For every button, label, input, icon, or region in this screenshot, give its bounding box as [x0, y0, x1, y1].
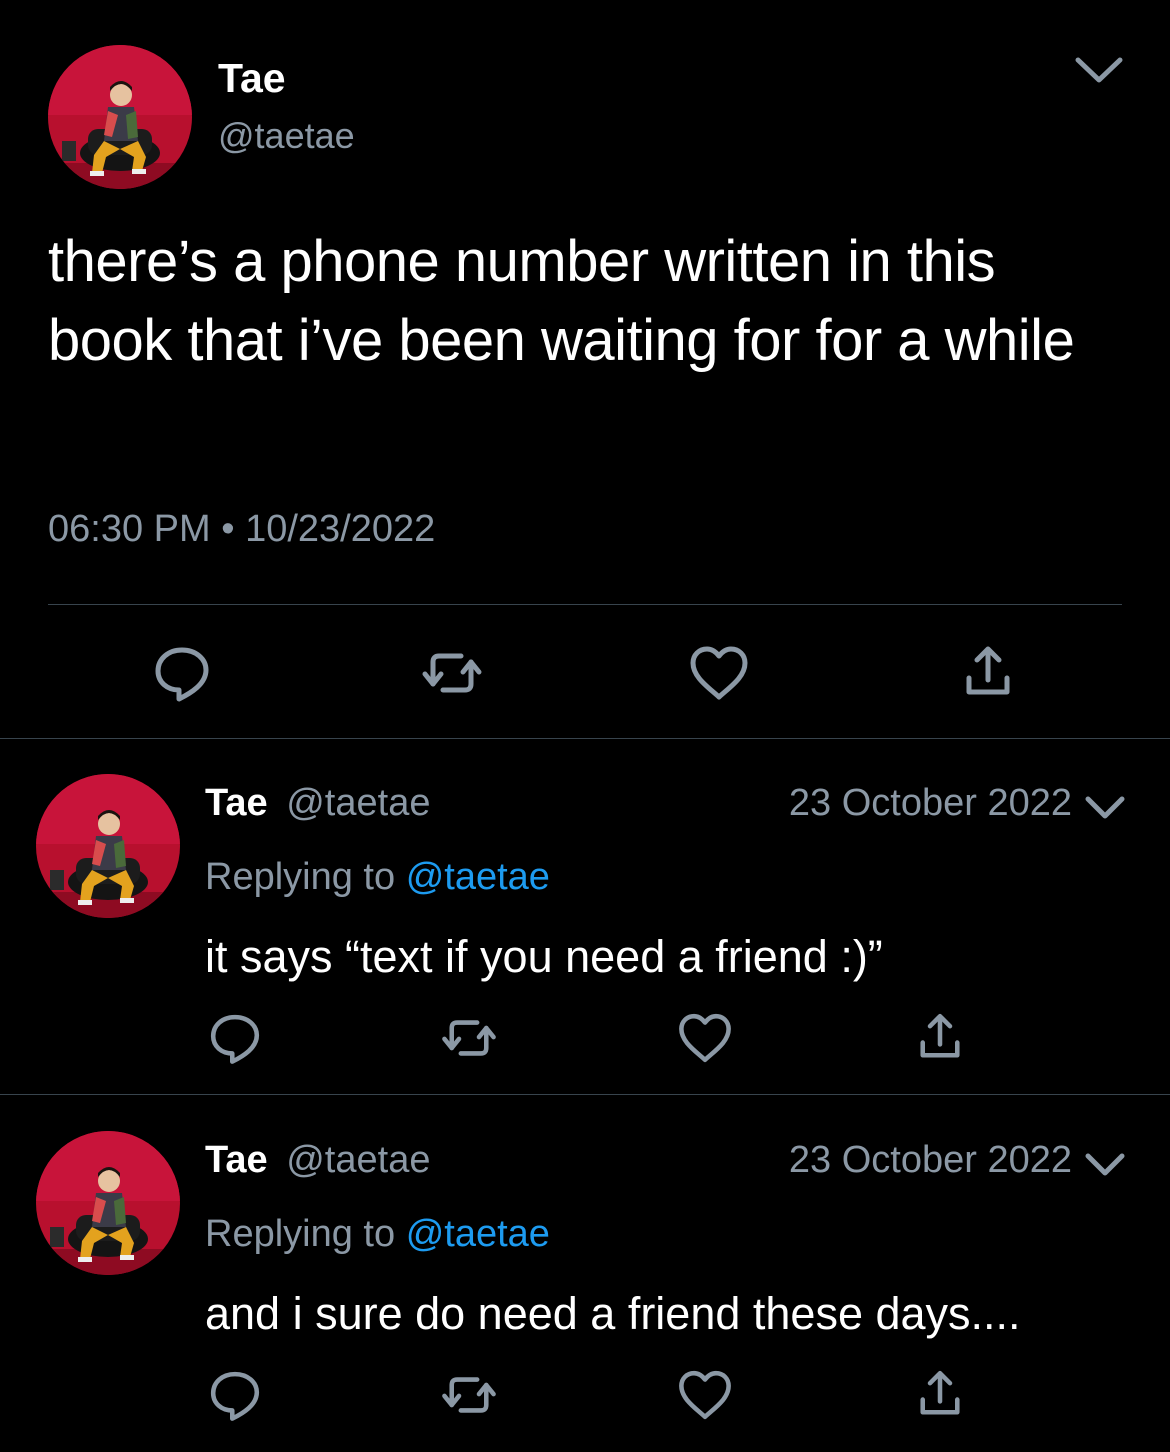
replying-to: Replying to @taetae: [205, 852, 550, 902]
author-name[interactable]: Tae: [218, 52, 286, 104]
replying-prefix: Replying to: [205, 856, 396, 898]
reply-tweet: Tae @taetae 23 October 2022 Replying to …: [0, 738, 1170, 1093]
tweet-actions: [0, 1365, 1170, 1425]
chevron-down-icon[interactable]: [1082, 790, 1128, 824]
reply-header: Tae @taetae: [205, 778, 430, 828]
replying-to-link[interactable]: @taetae: [406, 1213, 550, 1255]
avatar[interactable]: [36, 774, 180, 918]
divider: [48, 604, 1122, 605]
author-handle[interactable]: @taetae: [218, 112, 355, 160]
avatar-image: [48, 45, 192, 189]
avatar[interactable]: [36, 1131, 180, 1275]
share-icon[interactable]: [910, 1008, 970, 1068]
replying-to: Replying to @taetae: [205, 1209, 550, 1259]
like-icon[interactable]: [675, 1365, 735, 1425]
reply-tweet: Tae @taetae 23 October 2022 Replying to …: [0, 1095, 1170, 1450]
tweet-actions: [0, 640, 1170, 706]
author-handle[interactable]: @taetae: [286, 782, 430, 824]
reply-icon[interactable]: [205, 1008, 265, 1068]
main-tweet: Tae @taetae there’s a phone number writt…: [0, 0, 1170, 738]
tweet-timestamp[interactable]: 06:30 PM • 10/23/2022: [48, 504, 435, 554]
avatar-image: [36, 774, 180, 918]
tweet-time: 06:30 PM: [48, 508, 211, 550]
share-icon[interactable]: [955, 640, 1021, 706]
like-icon[interactable]: [686, 640, 752, 706]
reply-icon[interactable]: [205, 1365, 265, 1425]
reply-date[interactable]: 23 October 2022: [789, 1135, 1072, 1185]
author-handle[interactable]: @taetae: [286, 1139, 430, 1181]
replying-to-link[interactable]: @taetae: [406, 856, 550, 898]
meta-separator: •: [221, 508, 235, 550]
like-icon[interactable]: [675, 1008, 735, 1068]
reply-icon[interactable]: [149, 640, 215, 706]
avatar-image: [36, 1131, 180, 1275]
share-icon[interactable]: [910, 1365, 970, 1425]
replying-prefix: Replying to: [205, 1213, 396, 1255]
tweet-text: there’s a phone number written in this b…: [48, 229, 1075, 373]
tweet-thread: Tae @taetae there’s a phone number writt…: [0, 0, 1170, 1452]
author-name[interactable]: Tae: [205, 782, 268, 824]
retweet-icon[interactable]: [439, 1365, 499, 1425]
retweet-icon[interactable]: [439, 1008, 499, 1068]
reply-header: Tae @taetae: [205, 1135, 430, 1185]
chevron-down-icon[interactable]: [1072, 50, 1126, 90]
retweet-icon[interactable]: [419, 640, 485, 706]
tweet-text: it says “text if you need a friend :)”: [205, 931, 883, 982]
reply-date[interactable]: 23 October 2022: [789, 778, 1072, 828]
tweet-actions: [0, 1008, 1170, 1068]
tweet-text: and i sure do need a friend these days..…: [205, 1288, 1021, 1339]
avatar[interactable]: [48, 45, 192, 189]
tweet-date: 10/23/2022: [245, 508, 436, 550]
author-name[interactable]: Tae: [205, 1139, 268, 1181]
chevron-down-icon[interactable]: [1082, 1147, 1128, 1181]
